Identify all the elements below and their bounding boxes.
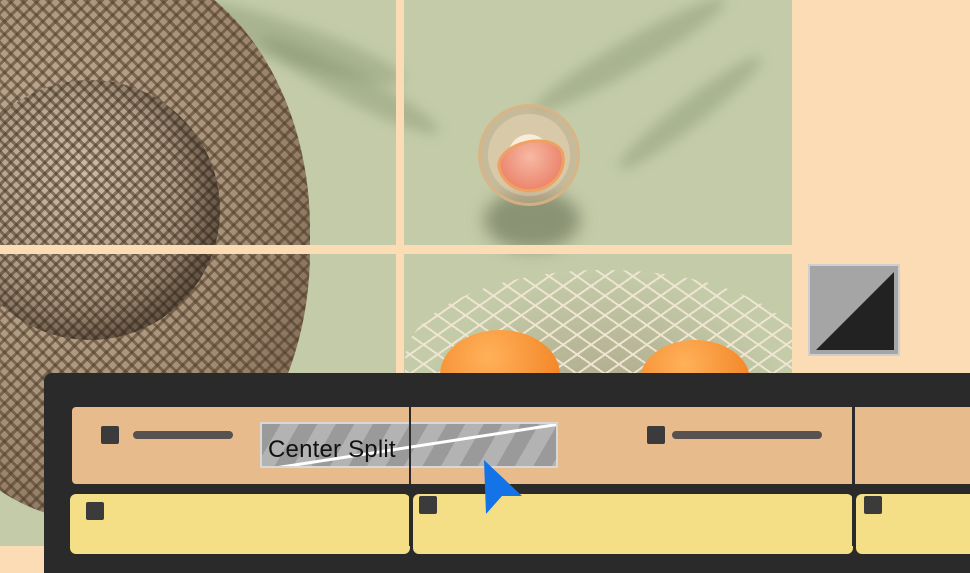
clip-handle[interactable] — [86, 502, 104, 520]
clip-volume-bar — [133, 431, 233, 439]
video-clip-right[interactable] — [855, 407, 970, 484]
grid-line-vertical — [396, 0, 404, 374]
edit-point-line — [409, 407, 411, 546]
audio-clip-middle[interactable] — [413, 494, 853, 554]
audio-clip-left[interactable] — [70, 494, 410, 554]
edit-point-line — [852, 407, 854, 546]
clip-handle[interactable] — [647, 426, 665, 444]
clip-handle[interactable] — [864, 496, 882, 514]
transition-label: Center Split — [268, 436, 396, 463]
diagonal-split-icon[interactable] — [808, 264, 900, 356]
pointer-cursor-icon — [484, 460, 522, 514]
clip-handle[interactable] — [101, 426, 119, 444]
grid-line-horizontal — [0, 245, 792, 254]
clip-volume-bar — [672, 431, 822, 439]
clip-handle[interactable] — [419, 496, 437, 514]
diagonal-split-glyph — [816, 272, 894, 350]
